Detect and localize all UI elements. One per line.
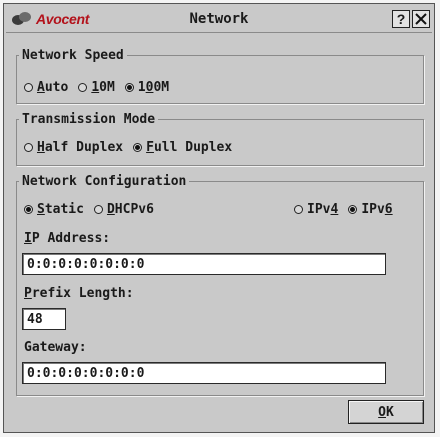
half-duplex-radio[interactable]: Half Duplex [24,140,123,155]
addressing-options: Static D HCPv6 [24,202,164,217]
gateway-field[interactable]: 0:0:0:0:0:0:0:0 [22,362,386,384]
close-icon [415,13,427,25]
ok-button[interactable]: OK [348,400,424,424]
ip-version-options: IPv 4 IPv 6 [294,202,403,217]
radio-dot-selected [348,205,358,214]
speed-10m-radio[interactable]: 1 0M [78,80,115,95]
gateway-label: Gateway: [24,340,87,355]
transmission-mode-group: Transmission Mode [16,112,424,166]
radio-dot [294,205,303,214]
speed-100m-radio[interactable]: 1 0 0M [124,80,169,95]
radio-dot [24,83,33,92]
ipv4-radio[interactable]: IPv 4 [294,202,338,217]
dialog-title: Network [189,11,249,27]
full-duplex-radio[interactable]: Full Duplex [133,140,232,155]
network-speed-options: Auto 1 0M 1 0 0M [24,80,179,95]
transmission-mode-options: Half Duplex Full Duplex [24,140,242,155]
prefix-length-field[interactable]: 48 [22,308,66,330]
prefix-length-label: Prefix Length: [24,286,134,301]
dhcpv6-radio[interactable]: D HCPv6 [93,202,154,217]
title-bar: Avocent Network ? [6,6,432,33]
network-configuration-legend: Network Configuration [22,174,187,189]
radio-dot [78,83,88,92]
ip-address-field[interactable]: 0:0:0:0:0:0:0:0 [22,253,386,275]
static-radio[interactable]: Static [24,202,84,217]
radio-dot-selected [124,83,134,92]
help-button[interactable]: ? [392,10,410,28]
radio-dot-selected [133,143,143,152]
radio-dot [93,205,103,214]
radio-dot [24,143,33,152]
network-speed-legend: Network Speed [22,48,124,63]
speed-auto-radio[interactable]: Auto [24,80,68,95]
close-button[interactable] [412,10,430,28]
network-speed-group: Network Speed [16,48,424,104]
transmission-mode-legend: Transmission Mode [22,112,156,127]
ip-address-label: IP Address: [24,231,111,246]
network-dialog: Avocent Network ? Network Speed Auto 1 0M… [3,3,435,433]
ipv6-radio[interactable]: IPv 6 [348,202,393,217]
help-icon: ? [396,11,406,27]
radio-dot-selected [24,205,33,214]
